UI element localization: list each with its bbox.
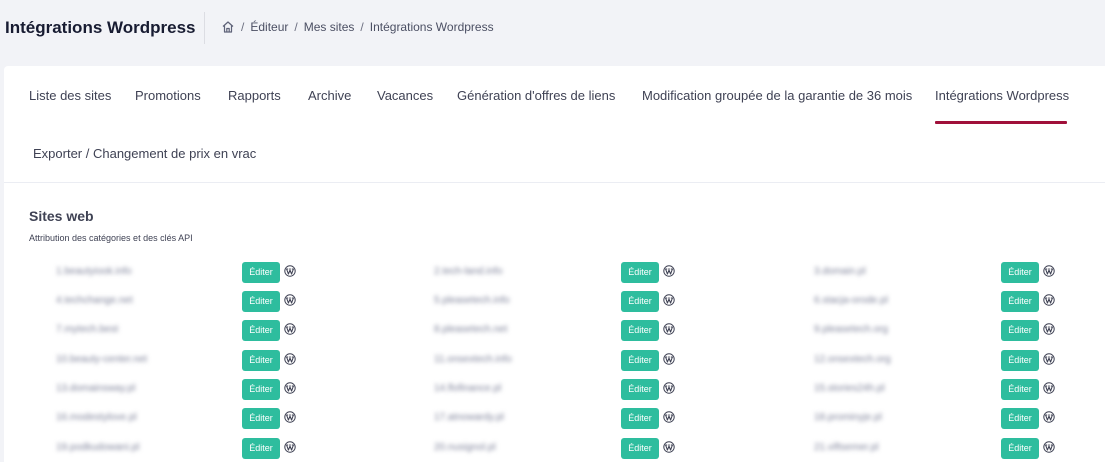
tab-modification-garantie[interactable]: Modification groupée de la garantie de 3… — [642, 88, 912, 103]
site-name: 3.domain.pl — [814, 266, 866, 277]
tab-generation-offres-liens[interactable]: Génération d'offres de liens — [457, 88, 615, 103]
edit-button[interactable]: Éditer — [242, 379, 280, 400]
site-name: 8.pleasetech.net — [434, 324, 508, 335]
site-name: 11.onsextech.info — [434, 354, 512, 365]
wordpress-icon[interactable] — [284, 293, 296, 306]
site-name: 2.tech-land.info — [434, 266, 503, 277]
edit-button[interactable]: Éditer — [242, 350, 280, 371]
wordpress-icon[interactable] — [1043, 264, 1055, 277]
site-name: 6.stacja-orode.pl — [814, 295, 888, 306]
wordpress-icon[interactable] — [663, 264, 675, 277]
wordpress-icon[interactable] — [284, 381, 296, 394]
site-name: 20.nusignol.pl — [434, 442, 496, 453]
tab-rapports[interactable]: Rapports — [228, 88, 281, 103]
tab-archive[interactable]: Archive — [308, 88, 351, 103]
breadcrumb: / Éditeur / Mes sites / Intégrations Wor… — [221, 20, 494, 34]
edit-button[interactable]: Éditer — [621, 320, 659, 341]
site-name: 9.pleasetech.org — [814, 324, 888, 335]
wordpress-icon[interactable] — [1043, 410, 1055, 423]
edit-button[interactable]: Éditer — [1001, 291, 1039, 312]
tab-exporter-changement-prix[interactable]: Exporter / Changement de prix en vrac — [33, 146, 256, 161]
title-divider — [204, 12, 205, 44]
wordpress-icon[interactable] — [1043, 440, 1055, 453]
breadcrumb-separator: / — [360, 20, 364, 34]
tab-bar: Liste des sites Promotions Rapports Arch… — [4, 66, 1105, 183]
home-icon[interactable] — [221, 20, 235, 34]
edit-button[interactable]: Éditer — [1001, 262, 1039, 283]
wordpress-icon[interactable] — [663, 293, 675, 306]
edit-button[interactable]: Éditer — [242, 408, 280, 429]
site-name: 17.atnowardy.pl — [434, 412, 504, 423]
site-name: 14.flofinance.pl — [434, 383, 502, 394]
tab-vacances[interactable]: Vacances — [377, 88, 433, 103]
wordpress-icon[interactable] — [663, 381, 675, 394]
site-name: 5.pleasetech.info — [434, 295, 510, 306]
breadcrumb-separator: / — [294, 20, 298, 34]
wordpress-icon[interactable] — [663, 352, 675, 365]
site-name: 12.onsextech.org — [814, 354, 891, 365]
edit-button[interactable]: Éditer — [1001, 320, 1039, 341]
edit-button[interactable]: Éditer — [1001, 379, 1039, 400]
top-bar: Intégrations Wordpress / Éditeur / Mes s… — [0, 0, 1105, 57]
wordpress-icon[interactable] — [284, 322, 296, 335]
edit-button[interactable]: Éditer — [1001, 408, 1039, 429]
site-name: 18.prominyje.pl — [814, 412, 882, 423]
wordpress-icon[interactable] — [1043, 322, 1055, 335]
breadcrumb-item-editeur[interactable]: Éditeur — [250, 20, 288, 34]
wordpress-icon[interactable] — [663, 440, 675, 453]
edit-button[interactable]: Éditer — [242, 438, 280, 459]
breadcrumb-separator: / — [241, 20, 245, 34]
site-name: 13.domainsway.pl — [56, 383, 136, 394]
site-name: 16.modestylove.pl — [56, 412, 137, 423]
wordpress-icon[interactable] — [1043, 293, 1055, 306]
wordpress-icon[interactable] — [1043, 381, 1055, 394]
active-tab-indicator — [935, 121, 1067, 124]
edit-button[interactable]: Éditer — [621, 350, 659, 371]
main-card: Liste des sites Promotions Rapports Arch… — [4, 66, 1105, 462]
edit-button[interactable]: Éditer — [621, 379, 659, 400]
wordpress-icon[interactable] — [284, 440, 296, 453]
breadcrumb-item-mes-sites[interactable]: Mes sites — [304, 20, 355, 34]
tab-integrations-wordpress[interactable]: Intégrations Wordpress — [935, 88, 1069, 103]
edit-button[interactable]: Éditer — [1001, 350, 1039, 371]
edit-button[interactable]: Éditer — [621, 408, 659, 429]
wordpress-icon[interactable] — [663, 322, 675, 335]
edit-button[interactable]: Éditer — [621, 438, 659, 459]
edit-button[interactable]: Éditer — [1001, 438, 1039, 459]
edit-button[interactable]: Éditer — [621, 291, 659, 312]
breadcrumb-item-current: Intégrations Wordpress — [369, 20, 494, 34]
section-subtitle: Attribution des catégories et des clés A… — [29, 233, 193, 243]
site-name: 15.stories24h.pl — [814, 383, 885, 394]
site-name: 1.beautyiook.info — [56, 266, 132, 277]
site-name: 21.viftsemer.pl — [814, 442, 879, 453]
wordpress-icon[interactable] — [663, 410, 675, 423]
site-name: 4.techchange.net — [56, 295, 133, 306]
site-name: 7.mytech.best — [56, 324, 119, 335]
wordpress-icon[interactable] — [284, 264, 296, 277]
wordpress-icon[interactable] — [1043, 352, 1055, 365]
edit-button[interactable]: Éditer — [242, 320, 280, 341]
edit-button[interactable]: Éditer — [242, 262, 280, 283]
tab-liste-des-sites[interactable]: Liste des sites — [29, 88, 111, 103]
edit-button[interactable]: Éditer — [621, 262, 659, 283]
wordpress-icon[interactable] — [284, 410, 296, 423]
edit-button[interactable]: Éditer — [242, 291, 280, 312]
site-name: 19.podkudowani.pl — [56, 442, 140, 453]
section-title: Sites web — [29, 208, 94, 224]
tab-promotions[interactable]: Promotions — [135, 88, 201, 103]
site-name: 10.beauty-center.net — [56, 354, 148, 365]
page-title: Intégrations Wordpress — [5, 18, 196, 37]
wordpress-icon[interactable] — [284, 352, 296, 365]
